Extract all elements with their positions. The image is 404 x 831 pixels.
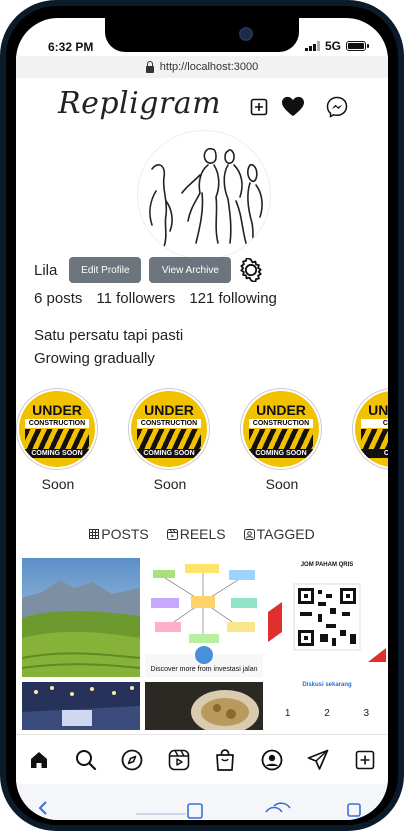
highlight-label: Soon	[41, 476, 75, 492]
highlight-item[interactable]: UNDER CONSTRUCTION COMING SOON Soon	[240, 388, 324, 492]
profile-icon[interactable]	[260, 748, 284, 772]
highlight-item[interactable]: UNDER CONS COMI	[352, 388, 388, 470]
highlight-ring: UNDER CONSTRUCTION COMING SOON	[240, 388, 322, 470]
posts-count: 6 posts	[34, 290, 83, 307]
mindmap-image	[145, 558, 263, 654]
under-construction-image: UNDER CONSTRUCTION COMING SOON	[243, 391, 319, 467]
network-label: 5G	[324, 39, 341, 53]
bottom-nav	[16, 734, 388, 785]
browser-toolbar-icons	[38, 801, 361, 819]
search-icon[interactable]	[74, 748, 98, 772]
post-caption: Discover more from investasi jalan	[150, 666, 258, 673]
send-icon[interactable]	[306, 748, 330, 772]
qr-code-image	[268, 583, 386, 662]
tab-posts[interactable]: POSTS	[89, 526, 149, 542]
highlight-item[interactable]: UNDER CONSTRUCTION COMING SOON Soon	[128, 388, 212, 492]
post-thumbnail[interactable]: JOM PAHAM QRIS Diskusi sekarang 1 2 3	[268, 558, 386, 730]
highlight-ring: UNDER CONSTRUCTION COMING SOON	[16, 388, 98, 470]
tab-reels[interactable]: REELS	[166, 526, 226, 542]
status-time: 6:32 PM	[48, 40, 94, 54]
post-link[interactable]: Diskusi sekarang	[268, 682, 386, 688]
gear-icon[interactable]	[239, 257, 263, 283]
followers-count[interactable]: 11 followers	[96, 290, 175, 307]
edit-profile-button[interactable]: Edit Profile	[69, 257, 142, 283]
highlight-ring: UNDER CONS COMI	[352, 388, 388, 470]
heart-icon[interactable]	[282, 96, 304, 118]
app-logo[interactable]: Repligram	[58, 86, 221, 121]
url-text: http://localhost:3000	[159, 61, 259, 73]
explore-icon[interactable]	[120, 748, 144, 772]
tab-posts-label: POSTS	[101, 526, 149, 542]
post-thumbnail[interactable]	[145, 682, 263, 730]
highlight-label: Soon	[265, 476, 299, 492]
url-bar[interactable]: http://localhost:3000	[16, 56, 388, 78]
profile-bio: Satu persatu tapi pasti Growing graduall…	[34, 324, 183, 370]
lock-icon	[145, 60, 154, 73]
messenger-icon[interactable]	[326, 96, 348, 118]
browser-toolbar	[16, 784, 388, 820]
post-thumbnail[interactable]	[22, 558, 140, 677]
post-grid: Discover more from investasi jalan JOM P…	[22, 558, 386, 730]
phone-bezel: 6:32 PM 5G http://localhost:3000 Repligr…	[6, 6, 398, 825]
food-photo	[145, 682, 263, 730]
avatar-sketch	[149, 147, 263, 250]
front-camera	[239, 27, 253, 41]
post-title: JOM PAHAM QRIS	[300, 562, 354, 568]
phone-frame: 6:32 PM 5G http://localhost:3000 Repligr…	[0, 0, 404, 831]
profile-row: Lila Edit Profile View Archive	[34, 256, 263, 284]
page-number[interactable]: 2	[324, 708, 330, 719]
page-number[interactable]: 1	[285, 708, 291, 719]
post-thumbnail[interactable]: Discover more from investasi jalan	[145, 558, 263, 677]
screen: 6:32 PM 5G http://localhost:3000 Repligr…	[16, 18, 388, 820]
highlight-label: Soon	[153, 476, 187, 492]
tab-tagged-label: TAGGED	[256, 526, 315, 542]
notch	[105, 18, 299, 52]
signal-icon	[304, 41, 320, 51]
carousel-pages[interactable]: 1 2 3	[268, 708, 386, 719]
view-archive-button[interactable]: View Archive	[149, 257, 232, 283]
following-count[interactable]: 121 following	[189, 290, 277, 307]
story-highlights: UNDER CONSTRUCTION COMING SOON Soon UNDE…	[16, 388, 388, 498]
bio-line-2: Growing gradually	[34, 350, 155, 367]
status-indicators: 5G	[304, 39, 369, 53]
profile-stats: 6 posts 11 followers 121 following	[34, 290, 277, 307]
post-thumbnail[interactable]	[22, 682, 140, 730]
channel-avatar	[195, 646, 213, 664]
profile-avatar[interactable]	[137, 130, 271, 260]
highlight-item[interactable]: UNDER CONSTRUCTION COMING SOON Soon	[16, 388, 100, 492]
add-post-icon[interactable]	[248, 96, 270, 118]
reels-tab-icon	[166, 528, 178, 540]
home-icon[interactable]	[27, 748, 51, 772]
profile-tabs: POSTS REELS TAGGED	[16, 526, 388, 542]
highlight-ring: UNDER CONSTRUCTION COMING SOON	[128, 388, 210, 470]
battery-icon	[346, 41, 369, 51]
tagged-icon	[243, 528, 255, 540]
under-construction-image: UNDER CONS COMI	[355, 391, 388, 467]
under-construction-image: UNDER CONSTRUCTION COMING SOON	[131, 391, 207, 467]
bio-line-1: Satu persatu tapi pasti	[34, 327, 184, 344]
username: Lila	[34, 261, 58, 279]
create-icon[interactable]	[353, 748, 377, 772]
page-number[interactable]: 3	[364, 708, 370, 719]
night-photo	[22, 682, 140, 730]
shop-icon[interactable]	[213, 748, 237, 772]
landscape-photo	[22, 558, 140, 677]
app-header: Repligram	[16, 78, 388, 136]
tab-tagged[interactable]: TAGGED	[243, 526, 315, 542]
reels-icon[interactable]	[167, 748, 191, 772]
under-construction-image: UNDER CONSTRUCTION COMING SOON	[19, 391, 95, 467]
tab-reels-label: REELS	[179, 526, 226, 542]
grid-icon	[89, 529, 100, 539]
